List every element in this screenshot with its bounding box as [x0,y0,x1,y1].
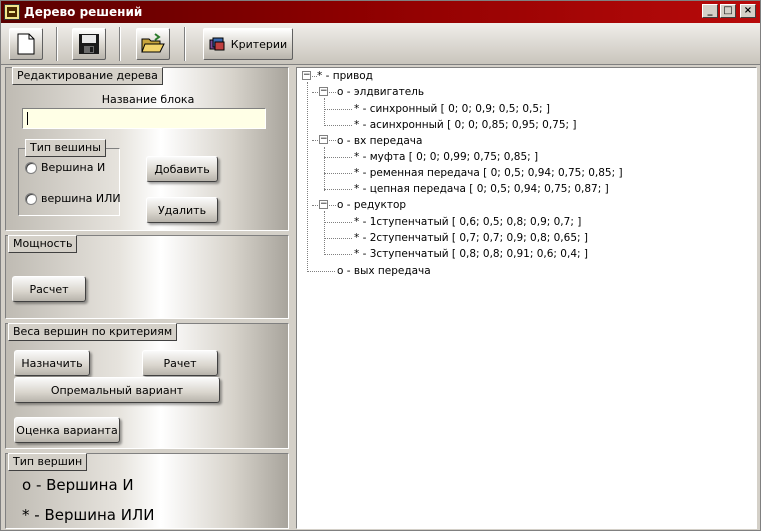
vertex-type-tab: Тип вешины [25,139,106,157]
text-caret [27,112,28,125]
new-document-icon [17,33,35,55]
toolbar-separator [184,27,186,61]
weights-calc-button[interactable]: Рачет [142,350,218,376]
tree-node[interactable]: * - 1ступенчатый [ 0,6; 0,5; 0,8; 0,9; 0… [354,215,581,229]
vertex-type-box: Тип вешины Вершина И вершина ИЛИ [18,139,121,216]
tree-connector [307,271,335,272]
tree-node[interactable]: * - асинхронный [ 0; 0; 0,85; 0,95; 0,75… [354,118,577,132]
assign-button[interactable]: Назначить [14,350,90,376]
radio-vertex-and-label: Вершина И [41,161,106,174]
open-file-button[interactable] [136,28,170,60]
tree-connector [324,125,352,126]
floppy-disk-icon [79,34,99,54]
tree-connector [324,109,352,110]
block-name-label: Название блока [101,93,195,106]
tree-expander-icon[interactable]: − [319,87,328,96]
tree-node[interactable]: о - элдвигатель [337,85,424,99]
evaluate-variant-button[interactable]: Оценка варианта [14,417,120,443]
radio-vertex-or-label: вершина ИЛИ [41,192,121,205]
vertex-types-group: Тип вершин о - Вершина И * - Вершина ИЛИ [5,453,289,529]
tree-expander-icon[interactable]: − [319,135,328,144]
title-bar[interactable]: Дерево решений _ □ × [1,1,760,23]
window-controls: _ □ × [702,4,756,18]
app-icon [4,4,20,20]
power-group: Мощность Расчет [5,235,289,319]
tree-connector [324,189,352,190]
tree-connector [324,98,325,126]
open-folder-icon [141,33,165,53]
tree-node[interactable]: о - вх передача [337,134,422,148]
edit-tree-group: Редактирование дерева Название блока Тип… [5,67,289,231]
tree-node[interactable]: * - 2ступенчатый [ 0,7; 0,7; 0,9; 0,8; 0… [354,231,588,245]
block-name-input[interactable] [22,108,266,129]
tree-connector [324,238,352,239]
radio-vertex-or[interactable]: вершина ИЛИ [25,192,121,205]
power-tab[interactable]: Мощность [8,235,78,253]
add-button[interactable]: Добавить [146,156,218,182]
vertex-weights-group: Веса вершин по критериям Назначить Рачет… [5,323,289,449]
tree-connector [307,82,308,272]
new-file-button[interactable] [9,28,43,60]
radio-vertex-and[interactable]: Вершина И [25,161,105,174]
books-icon [209,37,225,51]
tree-node[interactable]: * - синхронный [ 0; 0; 0,9; 0,5; 0,5; ] [354,102,550,116]
tree-node[interactable]: * - ременная передача [ 0; 0,5; 0,94; 0,… [354,166,623,180]
window-title: Дерево решений [24,5,143,19]
radio-icon [25,192,37,205]
toolbar-separator [56,27,58,61]
tree-connector [324,173,352,174]
edit-tree-tab[interactable]: Редактирование дерева [12,67,163,85]
maximize-button[interactable]: □ [720,4,736,18]
tree-node[interactable]: * - 3ступенчатый [ 0,8; 0,8; 0,91; 0,6; … [354,247,588,261]
close-button[interactable]: × [740,4,756,18]
legend-vertex-or: * - Вершина ИЛИ [22,506,155,524]
toolbar: Критерии [1,23,760,65]
criteria-button-label: Критерии [230,37,288,51]
vertex-types-tab[interactable]: Тип вершин [8,453,88,471]
tree-expander-icon[interactable]: − [302,71,311,80]
main-window: Дерево решений _ □ × Критерии Редактиров… [0,0,761,531]
criteria-button[interactable]: Критерии [203,28,293,60]
tree-node-root[interactable]: * - привод [317,69,373,83]
tree-node[interactable]: * - муфта [ 0; 0; 0,99; 0,75; 0,85; ] [354,150,538,164]
radio-icon [25,161,37,174]
tree-expander-icon[interactable]: − [319,200,328,209]
tree-connector [324,211,325,255]
save-button[interactable] [72,28,106,60]
tree-connector [324,254,352,255]
tree-node[interactable]: * - цепная передача [ 0; 0,5; 0,94; 0,75… [354,182,609,196]
toolbar-separator [119,27,121,61]
minimize-button[interactable]: _ [702,4,718,18]
left-panel: Редактирование дерева Название блока Тип… [5,67,289,529]
delete-button[interactable]: Удалить [146,197,218,223]
legend-vertex-and: о - Вершина И [22,476,134,494]
decision-tree-view[interactable]: − − − − * - привод о - элдвигатель * - с… [296,67,757,529]
tree-connector [324,157,352,158]
tree-connector [324,222,352,223]
optimal-variant-button[interactable]: Опремальный вариант [14,377,220,403]
tree-node[interactable]: о - редуктор [337,198,406,212]
power-calc-button[interactable]: Расчет [12,276,86,302]
tree-node[interactable]: о - вых передача [337,264,431,278]
tree-connector [324,147,325,191]
vertex-weights-tab[interactable]: Веса вершин по критериям [8,323,178,341]
